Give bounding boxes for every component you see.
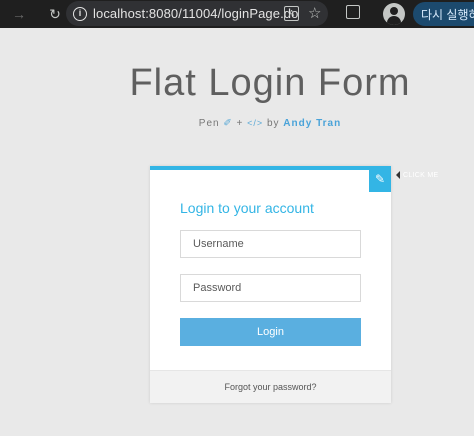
extensions-icon[interactable] [346,5,360,19]
author-link[interactable]: Andy Tran [283,118,341,129]
form-footer: Forgot your password? [150,370,391,403]
page-title: Flat Login Form [129,62,411,104]
profile-avatar-icon[interactable] [383,3,405,25]
login-form-card: ✎ Login to your account Login Forgot you… [150,166,391,403]
form-heading: Login to your account [180,200,314,216]
credit-by: by [266,118,280,129]
address-bar[interactable]: i localhost:8080/11004/loginPage.do A ☆ [66,1,328,26]
url-text[interactable]: localhost:8080/11004/loginPage.do [93,6,298,21]
credit-line: Pen ✐ + </> by Andy Tran [0,118,474,129]
password-input[interactable] [180,274,361,302]
tooltip-arrow-icon [396,171,400,179]
page-body: Flat Login Form Pen ✐ + </> by Andy Tran… [0,28,474,436]
brush-icon: ✐ [223,118,233,129]
browser-toolbar: → ↻ i localhost:8080/11004/loginPage.do … [0,0,474,28]
login-button[interactable]: Login [180,318,361,346]
tooltip-text: CLICK ME [403,171,439,179]
translate-icon[interactable]: A [284,6,299,21]
back-arrow-icon[interactable]: → [8,3,30,25]
pencil-icon: ✎ [374,172,386,186]
toggle-tooltip: CLICK ME [396,171,438,179]
reload-icon[interactable]: ↻ [44,3,66,25]
forgot-password-link[interactable]: Forgot your password? [224,382,316,392]
site-info-icon[interactable]: i [73,6,87,21]
relaunch-button[interactable]: 다시 실행하여 [413,2,474,26]
credit-prefix: Pen [198,118,220,129]
bookmark-star-icon[interactable]: ☆ [308,4,321,22]
toggle-form-button[interactable]: ✎ [369,166,391,192]
code-icon: </> [247,118,264,128]
credit-plus: + [236,118,244,129]
username-input[interactable] [180,230,361,258]
